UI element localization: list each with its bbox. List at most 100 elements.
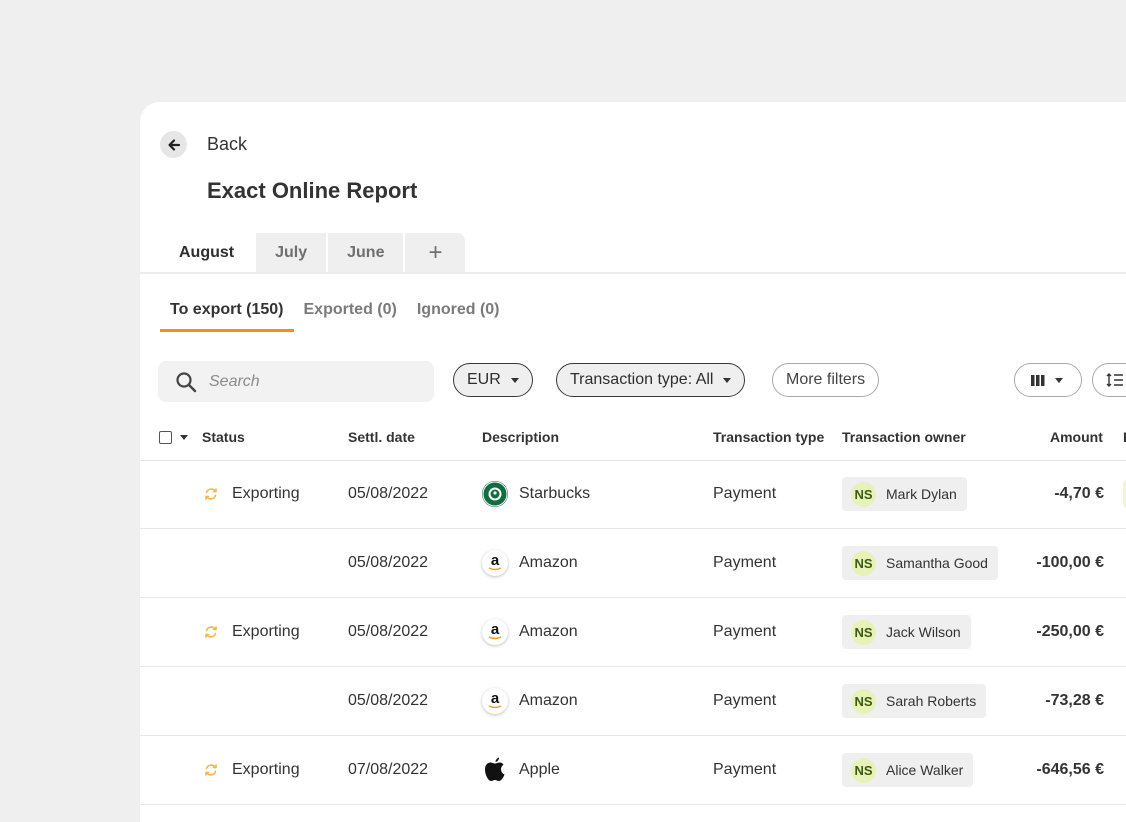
back-label[interactable]: Back <box>207 134 247 155</box>
merchant-name: Amazon <box>519 623 578 640</box>
back-nav[interactable]: Back <box>160 131 247 158</box>
column-status[interactable]: Status <box>202 429 245 445</box>
currency-filter[interactable]: EUR <box>453 363 533 397</box>
more-filters-label: More filters <box>786 371 866 388</box>
type-cell: Payment <box>713 623 777 640</box>
description-cell: a Amazon <box>482 529 578 597</box>
arrow-left-icon <box>167 138 180 151</box>
avatar: NS <box>851 757 876 783</box>
owner-cell: NS Alice Walker <box>842 736 974 804</box>
sync-icon <box>205 626 217 638</box>
sort-button[interactable] <box>1092 363 1126 397</box>
amount-cell: -250,00 € <box>1036 623 1104 640</box>
select-all-checkbox[interactable] <box>159 431 172 444</box>
columns-button[interactable] <box>1014 363 1082 397</box>
type-cell: Payment <box>713 554 777 571</box>
column-transaction-owner[interactable]: Transaction owner <box>842 429 966 445</box>
date-cell: 05/08/2022 <box>348 623 429 640</box>
owner-chip[interactable]: NS Samantha Good <box>842 546 998 580</box>
more-filters-button[interactable]: More filters <box>772 363 880 397</box>
period-tabs: August July June + <box>159 233 466 273</box>
table-row[interactable]: Exporting 07/08/2022 Apple Payment NS Al… <box>140 736 1126 805</box>
owner-cell: NS Sarah Roberts <box>842 667 987 735</box>
tab-july[interactable]: July <box>256 233 329 273</box>
chevron-down-icon <box>510 377 519 383</box>
owner-cell: NS Jack Wilson <box>842 598 971 666</box>
tab-june[interactable]: June <box>328 233 406 273</box>
owner-name: Jack Wilson <box>886 624 961 640</box>
table-row[interactable]: Exporting 05/08/2022 Starbucks Payment N… <box>140 460 1126 529</box>
owner-chip[interactable]: NS Alice Walker <box>842 753 974 787</box>
status-cell: Exporting <box>204 598 300 666</box>
starbucks-logo-icon <box>482 481 508 507</box>
merchant-name: Apple <box>519 761 560 778</box>
avatar: NS <box>851 481 876 507</box>
back-button[interactable] <box>160 131 187 158</box>
type-cell: Payment <box>713 692 777 709</box>
amount-cell: -100,00 € <box>1036 554 1104 571</box>
status-cell: Exporting <box>204 736 300 804</box>
column-amount[interactable]: Amount <box>1050 429 1103 445</box>
avatar: NS <box>851 688 876 714</box>
description-cell: Starbucks <box>482 460 590 528</box>
transaction-type-filter-label: Transaction type: All <box>570 371 714 388</box>
date-cell: 05/08/2022 <box>348 554 429 571</box>
status-tabs: To export (150) Exported (0) Ignored (0) <box>160 301 510 332</box>
currency-filter-label: EUR <box>467 371 501 388</box>
column-settl-date[interactable]: Settl. date <box>348 429 415 445</box>
columns-icon <box>1031 374 1045 386</box>
avatar: NS <box>851 619 876 645</box>
merchant-name: Starbucks <box>519 485 591 502</box>
sync-icon <box>205 764 217 776</box>
type-cell: Payment <box>713 485 777 502</box>
description-cell: a Amazon <box>482 598 578 666</box>
status-label: Exporting <box>232 761 300 778</box>
status-cell: Exporting <box>204 460 300 528</box>
merchant-name: Amazon <box>519 692 578 709</box>
report-panel: Back Exact Online Report August July Jun… <box>140 102 1126 822</box>
page-title: Exact Online Report <box>207 178 418 203</box>
avatar: NS <box>851 550 876 576</box>
date-cell: 05/08/2022 <box>348 485 429 502</box>
type-cell: Payment <box>713 761 777 778</box>
owner-name: Sarah Roberts <box>886 693 977 709</box>
search-input[interactable] <box>207 371 411 392</box>
table-row[interactable]: Exporting 05/08/2022 a Amazon Payment NS… <box>140 598 1126 667</box>
amount-cell: -4,70 € <box>1054 485 1104 502</box>
select-menu-chevron-icon[interactable] <box>180 435 188 440</box>
owner-name: Alice Walker <box>886 762 964 778</box>
sync-icon <box>205 488 217 500</box>
owner-cell: NS Samantha Good <box>842 529 998 597</box>
sort-icon <box>1106 373 1123 387</box>
owner-name: Mark Dylan <box>886 486 957 502</box>
description-cell: a Amazon <box>482 667 578 735</box>
table-row[interactable]: 05/08/2022 a Amazon Payment NS Samantha … <box>140 529 1126 598</box>
amount-cell: -646,56 € <box>1036 761 1104 778</box>
amount-cell: -73,28 € <box>1045 692 1104 709</box>
column-transaction-type[interactable]: Transaction type <box>713 429 824 445</box>
search-icon <box>176 371 197 392</box>
owner-name: Samantha Good <box>886 555 988 571</box>
tabs-divider <box>140 272 1126 274</box>
amazon-logo-icon: a <box>482 550 508 576</box>
tab-exported[interactable]: Exported (0) <box>294 301 407 332</box>
apple-logo-icon <box>482 757 508 783</box>
date-cell: 05/08/2022 <box>348 692 429 709</box>
owner-chip[interactable]: NS Mark Dylan <box>842 477 967 511</box>
table-header: Status Settl. date Description Transacti… <box>140 424 1126 461</box>
amazon-logo-icon: a <box>482 619 508 645</box>
transaction-type-filter[interactable]: Transaction type: All <box>556 363 746 397</box>
owner-cell: NS Mark Dylan <box>842 460 967 528</box>
column-description[interactable]: Description <box>482 429 559 445</box>
tab-to-export[interactable]: To export (150) <box>160 301 294 332</box>
status-label: Exporting <box>232 623 300 640</box>
tab-ignored[interactable]: Ignored (0) <box>407 301 510 332</box>
chevron-down-icon <box>1055 377 1063 383</box>
owner-chip[interactable]: NS Jack Wilson <box>842 615 971 649</box>
tab-august[interactable]: August <box>159 233 257 273</box>
table-row[interactable]: 05/08/2022 a Amazon Payment NS Sarah Rob… <box>140 667 1126 736</box>
owner-chip[interactable]: NS Sarah Roberts <box>842 684 987 718</box>
chevron-down-icon <box>723 377 732 383</box>
search-box[interactable] <box>158 361 434 402</box>
add-tab-button[interactable]: + <box>405 233 465 273</box>
